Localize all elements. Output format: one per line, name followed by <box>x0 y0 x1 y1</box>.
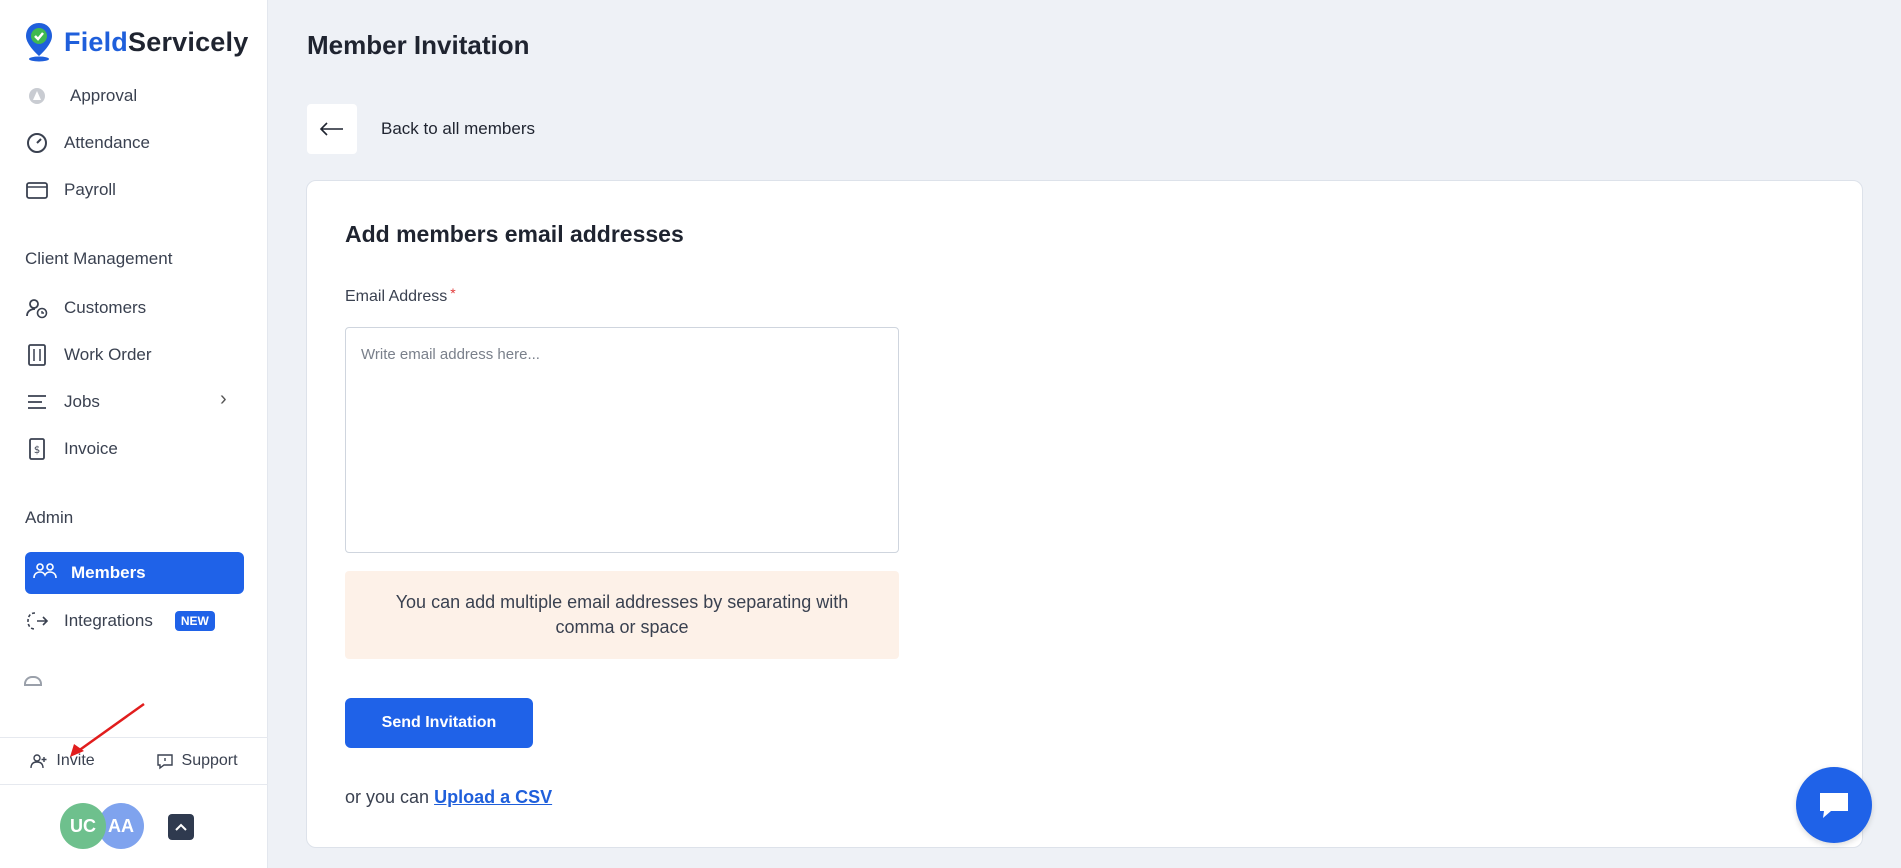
sidebar: FieldServicely Approval Attendance Payro… <box>0 0 268 868</box>
chat-widget-button[interactable] <box>1796 767 1872 843</box>
sidebar-item-label: Customers <box>64 298 147 317</box>
info-hint: You can add multiple email addresses by … <box>345 571 899 659</box>
section-title-client-management: Client Management <box>25 249 173 268</box>
location-pin-icon <box>26 23 52 62</box>
sidebar-item-label: Attendance <box>64 133 151 152</box>
chevron-up-icon <box>175 823 187 831</box>
required-mark: * <box>450 285 456 301</box>
card-title: Add members email addresses <box>345 221 684 247</box>
work-order-icon <box>24 342 50 368</box>
sidebar-item-approval[interactable]: Approval <box>24 78 137 114</box>
upload-csv-link[interactable]: Upload a CSV <box>434 787 552 807</box>
send-invitation-button[interactable]: Send Invitation <box>345 698 533 748</box>
svg-text:$: $ <box>34 445 40 456</box>
sidebar-item-label: Invoice <box>64 439 118 458</box>
approval-icon <box>24 83 50 109</box>
red-arrow-annotation <box>70 702 145 757</box>
sidebar-item-members[interactable]: Members <box>25 552 244 594</box>
chat-bubble-icon <box>156 754 173 770</box>
add-user-icon <box>30 754 47 769</box>
avatar[interactable]: UC <box>60 803 106 849</box>
chevron-right-icon[interactable]: › <box>220 388 227 411</box>
chat-icon <box>1820 793 1848 818</box>
user-avatars[interactable]: UC AA <box>60 803 144 849</box>
sidebar-fade <box>24 672 244 686</box>
invitation-card: Add members email addresses Email Addres… <box>306 180 1863 848</box>
email-field[interactable] <box>345 327 899 553</box>
sidebar-item-customers[interactable]: Customers <box>24 290 146 326</box>
section-title-admin: Admin <box>25 508 74 527</box>
sidebar-item-label: Integrations <box>64 611 153 630</box>
wallet-icon <box>24 177 50 203</box>
sidebar-item-work-order[interactable]: Work Order <box>24 337 152 373</box>
integrations-icon <box>24 608 50 634</box>
sidebar-item-label: Approval <box>70 86 138 105</box>
list-icon <box>24 389 50 415</box>
support-button[interactable]: Support <box>156 752 238 770</box>
new-badge: NEW <box>174 611 215 631</box>
sidebar-item-jobs[interactable]: Jobs <box>24 384 100 420</box>
brand-logo[interactable]: FieldServicely <box>24 22 248 62</box>
page-title: Member Invitation <box>307 30 530 60</box>
csv-prefix: or you can <box>345 787 430 807</box>
sidebar-item-invoice[interactable]: $ Invoice <box>24 431 118 467</box>
brand-name: FieldServicely <box>64 26 249 57</box>
sidebar-item-payroll[interactable]: Payroll <box>24 172 116 208</box>
sidebar-item-label: Jobs <box>64 392 100 411</box>
expand-up-button[interactable] <box>168 814 194 840</box>
support-label: Support <box>181 752 238 769</box>
user-clock-icon <box>24 295 50 321</box>
members-icon <box>33 561 57 586</box>
invoice-icon: $ <box>24 436 50 462</box>
sidebar-item-integrations[interactable]: Integrations NEW <box>24 603 215 639</box>
sidebar-item-label: Payroll <box>64 180 116 199</box>
arrow-left-icon <box>319 122 343 136</box>
sidebar-item-label: Members <box>71 563 146 582</box>
email-label: Email Address * <box>345 285 456 305</box>
sidebar-item-label: Work Order <box>64 345 152 364</box>
back-button[interactable] <box>307 104 357 154</box>
sidebar-item-attendance[interactable]: Attendance <box>24 125 150 161</box>
gauge-icon <box>24 130 50 156</box>
back-link[interactable]: Back to all members <box>381 119 535 139</box>
csv-upload-line: or you can Upload a CSV <box>345 787 552 808</box>
